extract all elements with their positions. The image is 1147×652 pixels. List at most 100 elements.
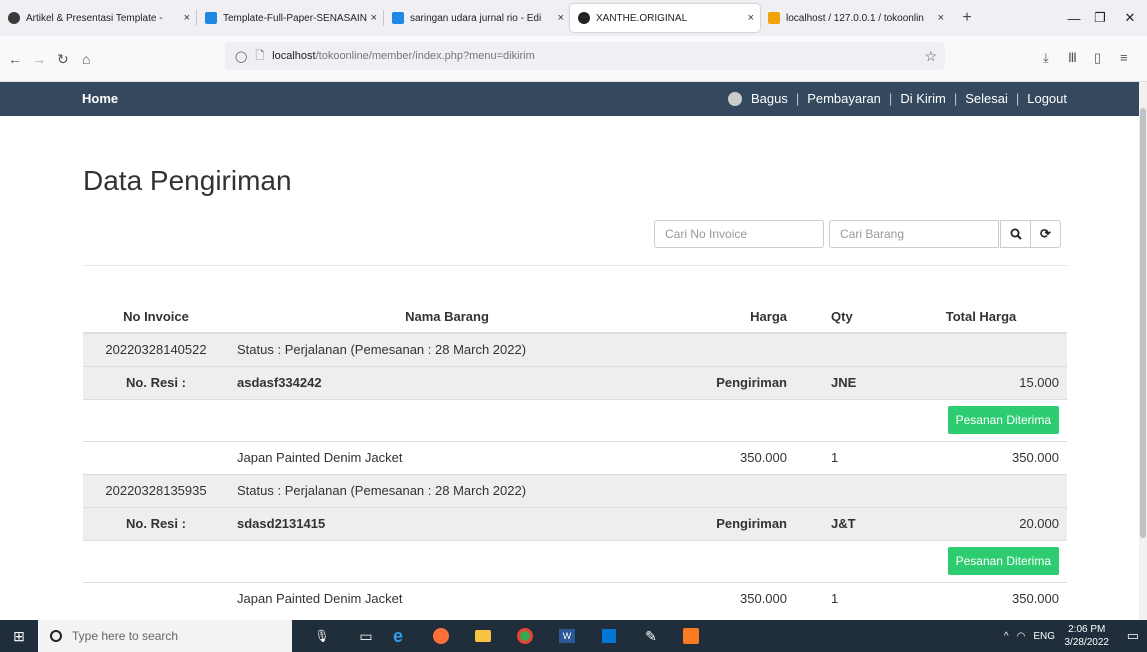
search-icon — [1010, 228, 1022, 240]
search-invoice-input[interactable]: Cari No Invoice — [654, 220, 824, 248]
item-total: 350.000 — [895, 581, 1067, 615]
order-status: Status : Perjalanan (Pemesanan : 28 Marc… — [229, 473, 1067, 507]
column-header: Total Harga — [895, 300, 1067, 334]
order-action-row: Pesanan Diterima — [83, 398, 1067, 441]
nav-logout[interactable]: Logout — [1027, 91, 1067, 106]
refresh-icon: ⟳ — [1040, 226, 1051, 241]
item-qty: 1 — [795, 581, 895, 615]
new-tab-button[interactable]: + — [954, 9, 980, 27]
scrollbar-thumb[interactable] — [1140, 108, 1146, 538]
item-price: 350.000 — [665, 581, 795, 615]
close-icon[interactable]: × — [184, 12, 190, 24]
resi-number: asdasf334242 — [229, 365, 665, 399]
nav-pembayaran[interactable]: Pembayaran — [807, 91, 881, 106]
windows-start-icon[interactable]: ⊞ — [0, 620, 38, 652]
search-button[interactable] — [1000, 220, 1031, 248]
resi-label: No. Resi : — [83, 365, 229, 399]
column-header: No Invoice — [83, 300, 229, 334]
shipping-cost: 15.000 — [895, 365, 1067, 399]
browser-tab[interactable]: localhost / 127.0.0.1 / tokoonlin × — [760, 4, 950, 32]
order-action-row: Pesanan Diterima — [83, 539, 1067, 582]
shield-icon: ◯ — [235, 50, 248, 63]
shipping-cost: 20.000 — [895, 506, 1067, 540]
notification-icon[interactable]: ▭ — [1127, 628, 1139, 644]
edge-icon[interactable]: e — [388, 626, 408, 646]
divider — [83, 265, 1067, 266]
page-scrollbar[interactable] — [1139, 82, 1147, 620]
task-view-icon[interactable]: ▭ — [356, 626, 376, 646]
close-icon[interactable]: × — [371, 12, 377, 24]
invoice-number: 20220328140522 — [83, 332, 229, 366]
reload-icon[interactable]: ↻ — [57, 51, 69, 68]
bookmark-star-icon[interactable]: ☆ — [924, 48, 937, 65]
order-item-row: Japan Painted Denim Jacket 350.000 1 350… — [83, 581, 1067, 615]
browser-tab[interactable]: Template-Full-Paper-SENASAIN × — [197, 4, 383, 32]
item-total: 350.000 — [895, 440, 1067, 474]
shipping-table: No Invoice Nama Barang Harga Qty Total H… — [83, 300, 1067, 615]
cortana-icon — [50, 630, 62, 642]
order-resi-row: No. Resi : asdasf334242 Pengiriman JNE 1… — [83, 365, 1067, 399]
brand-home-link[interactable]: Home — [82, 91, 118, 106]
column-header: Harga — [665, 300, 795, 334]
browser-toolbar: ← → ↻ ⌂ ◯ 🗋 localhost/tokoonline/member/… — [0, 36, 1147, 82]
address-bar[interactable]: ◯ 🗋 localhost/tokoonline/member/index.ph… — [225, 42, 945, 70]
nav-user-bagus[interactable]: Bagus — [751, 91, 788, 106]
menu-icon[interactable]: ≡ — [1120, 50, 1128, 65]
tab-favicon-icon — [8, 12, 20, 24]
chrome-icon[interactable] — [515, 626, 535, 646]
close-icon[interactable]: × — [558, 12, 564, 24]
close-window-icon[interactable]: ✕ — [1112, 0, 1147, 36]
library-icon[interactable]: Ⅲ — [1068, 50, 1077, 66]
nav-separator: | — [953, 91, 958, 106]
input-method-icon[interactable]: ENG — [1033, 631, 1055, 642]
order-status-row: 20220328135935 Status : Perjalanan (Peme… — [83, 473, 1067, 507]
photos-icon[interactable] — [599, 626, 619, 646]
order-item-row: Japan Painted Denim Jacket 350.000 1 350… — [83, 440, 1067, 474]
invoice-number: 20220328135935 — [83, 473, 229, 507]
paint-icon[interactable]: ✎ — [641, 626, 661, 646]
item-name: Japan Painted Denim Jacket — [229, 581, 665, 615]
item-qty: 1 — [795, 440, 895, 474]
search-barang-input[interactable]: Cari Barang — [829, 220, 999, 248]
user-menu: Bagus | Pembayaran | Di Kirim | Selesai … — [727, 91, 1067, 106]
column-header: Qty — [795, 300, 895, 334]
close-icon[interactable]: × — [938, 12, 944, 24]
network-icon[interactable]: ◠ — [1017, 631, 1026, 642]
avatar-icon — [727, 91, 742, 106]
back-icon[interactable]: ← — [8, 51, 22, 67]
word-icon[interactable]: W — [557, 626, 577, 646]
shipping-label: Pengiriman — [665, 365, 795, 399]
close-icon[interactable]: × — [748, 12, 754, 24]
browser-tab[interactable]: Artikel & Presentasi Template - × — [0, 4, 196, 32]
forward-icon[interactable]: → — [32, 51, 46, 67]
page-title: Data Pengiriman — [83, 165, 292, 196]
taskbar-search-input[interactable]: Type here to search — [38, 620, 292, 652]
download-icon[interactable]: ⤓ — [1043, 50, 1049, 66]
item-name: Japan Painted Denim Jacket — [229, 440, 665, 474]
refresh-button[interactable]: ⟳ — [1030, 220, 1061, 248]
phpmyadmin-icon — [768, 12, 780, 24]
browser-tab[interactable]: saringan udara jurnal rio - Edi × — [384, 4, 570, 32]
courier: JNE — [795, 365, 895, 399]
nav-selesai[interactable]: Selesai — [965, 91, 1008, 106]
home-icon[interactable]: ⌂ — [82, 51, 90, 67]
nav-di-kirim[interactable]: Di Kirim — [900, 91, 946, 106]
microphone-icon[interactable]: 🎙 — [312, 626, 332, 646]
order-resi-row: No. Resi : sdasd2131415 Pengiriman J&T 2… — [83, 506, 1067, 540]
drive-icon — [392, 12, 404, 24]
xampp-icon[interactable] — [681, 626, 701, 646]
system-tray[interactable]: ^ ◠ ENG — [1004, 620, 1055, 652]
file-explorer-icon[interactable] — [473, 626, 493, 646]
column-header: Nama Barang — [229, 300, 665, 334]
pesanan-diterima-button[interactable]: Pesanan Diterima — [947, 547, 1059, 575]
chevron-up-icon[interactable]: ^ — [1004, 631, 1009, 642]
windows-taskbar: ⊞ Type here to search 🎙 ▭ e W ✎ ^ ◠ ENG … — [0, 620, 1147, 652]
item-price: 350.000 — [665, 440, 795, 474]
browser-tab-active[interactable]: XANTHE.ORIGINAL × — [570, 4, 760, 32]
sidebar-icon[interactable]: ▯ — [1094, 50, 1101, 66]
pesanan-diterima-button[interactable]: Pesanan Diterima — [947, 406, 1059, 434]
firefox-icon[interactable] — [431, 626, 451, 646]
nav-separator: | — [1015, 91, 1020, 106]
taskbar-clock[interactable]: 2:06 PM 3/28/2022 — [1065, 623, 1110, 649]
shipping-label: Pengiriman — [665, 506, 795, 540]
